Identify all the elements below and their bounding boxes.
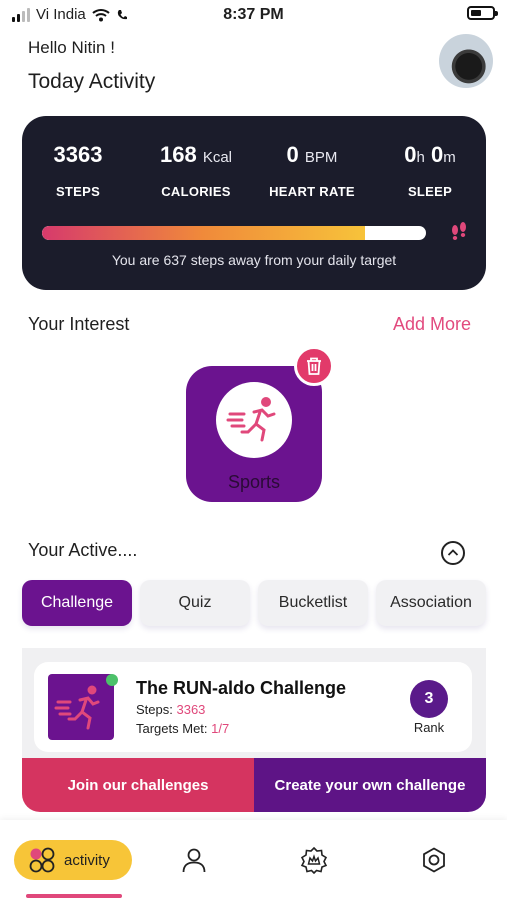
- active-section-title: Your Active....: [28, 540, 138, 560]
- create-challenge-button[interactable]: Create your own challenge: [254, 758, 486, 812]
- profile-icon: [182, 848, 206, 873]
- bottom-nav: activity: [0, 820, 507, 900]
- nav-activity-label: activity: [64, 851, 110, 869]
- sleep-minutes-unit: m: [443, 149, 456, 166]
- sleep-label: SLEEP: [407, 184, 453, 199]
- chevron-up-icon: [447, 549, 459, 556]
- sleep-minutes: 0: [430, 142, 444, 167]
- stat-sleep: 0h 0m SLEEP: [370, 142, 490, 199]
- challenge-thumbnail: [48, 674, 114, 740]
- rank-label: Rank: [413, 720, 445, 735]
- online-indicator: [106, 674, 118, 686]
- rank-badge: 3: [410, 680, 448, 718]
- tab-association[interactable]: Association: [376, 580, 486, 626]
- battery-icon: [467, 6, 498, 20]
- heart-rate-value: 0: [286, 142, 299, 167]
- status-bar: Vi India 8:37 PM: [0, 0, 507, 32]
- interest-tile-sports[interactable]: Sports: [186, 366, 322, 502]
- status-time: 8:37 PM: [223, 6, 284, 23]
- activity-icon: [29, 847, 55, 873]
- activity-stats-card: 3363 STEPS 168 Kcal CALORIES 0 BPM HEART…: [22, 116, 486, 290]
- greeting-text: Hello Nitin !: [28, 38, 115, 57]
- challenge-targets: Targets Met: 1/7: [136, 721, 229, 736]
- footprints-icon: [452, 222, 466, 240]
- calories-label: CALORIES: [161, 184, 231, 199]
- interest-icon-circle: [216, 382, 292, 458]
- active-tabs: Challenge Quiz Bucketlist Association: [22, 580, 488, 628]
- calories-unit: Kcal: [202, 149, 233, 166]
- nav-item-profile[interactable]: [180, 846, 208, 874]
- badge-icon: [300, 846, 328, 875]
- stat-calories: 168 Kcal CALORIES: [136, 142, 256, 199]
- heart-rate-unit: BPM: [304, 149, 338, 166]
- steps-progress-bar: [42, 226, 426, 240]
- challenge-card[interactable]: The RUN-aldo Challenge Steps: 3363 Targe…: [34, 662, 472, 752]
- challenge-steps-label: Steps:: [136, 702, 173, 717]
- interest-section-title: Your Interest: [28, 314, 130, 334]
- calories-value: 168: [159, 142, 197, 167]
- nav-item-activity[interactable]: activity: [14, 840, 132, 880]
- nav-active-indicator: [26, 894, 122, 898]
- challenge-targets-label: Targets Met:: [136, 721, 208, 736]
- steps-progress-fill: [42, 226, 365, 240]
- challenge-targets-value: 1/7: [211, 721, 230, 736]
- challenge-steps-value: 3363: [176, 702, 206, 717]
- tab-bucketlist[interactable]: Bucketlist: [258, 580, 368, 626]
- challenge-steps: Steps: 3363: [136, 702, 205, 717]
- avatar[interactable]: [439, 34, 493, 88]
- add-more-link[interactable]: Add More: [393, 314, 471, 335]
- collapse-button[interactable]: [441, 541, 465, 565]
- heart-rate-label: HEART RATE: [269, 184, 355, 199]
- runner-icon: [226, 397, 276, 442]
- sleep-hours-unit: h: [416, 149, 425, 166]
- interest-label: Sports: [227, 472, 281, 492]
- challenge-title: The RUN-aldo Challenge: [136, 678, 347, 698]
- stat-heart-rate: 0 BPM HEART RATE: [252, 142, 372, 199]
- steps-label: STEPS: [55, 184, 101, 199]
- nav-item-badges[interactable]: [300, 846, 328, 875]
- tab-challenge[interactable]: Challenge: [22, 580, 132, 626]
- trash-icon: [307, 357, 321, 375]
- join-challenges-button[interactable]: Join our challenges: [22, 758, 254, 812]
- tab-quiz[interactable]: Quiz: [140, 580, 250, 626]
- steps-remaining-message: You are 637 steps away from your daily t…: [111, 252, 397, 268]
- delete-interest-button[interactable]: [294, 346, 334, 386]
- stat-steps: 3363 STEPS: [18, 142, 138, 199]
- challenge-panel: The RUN-aldo Challenge Steps: 3363 Targe…: [22, 648, 486, 760]
- runner-icon: [54, 685, 100, 730]
- steps-value: 3363: [53, 142, 103, 167]
- settings-icon: [423, 847, 445, 873]
- nav-item-settings[interactable]: [420, 846, 448, 874]
- page-title: Today Activity: [28, 70, 156, 93]
- sleep-hours: 0: [404, 142, 417, 167]
